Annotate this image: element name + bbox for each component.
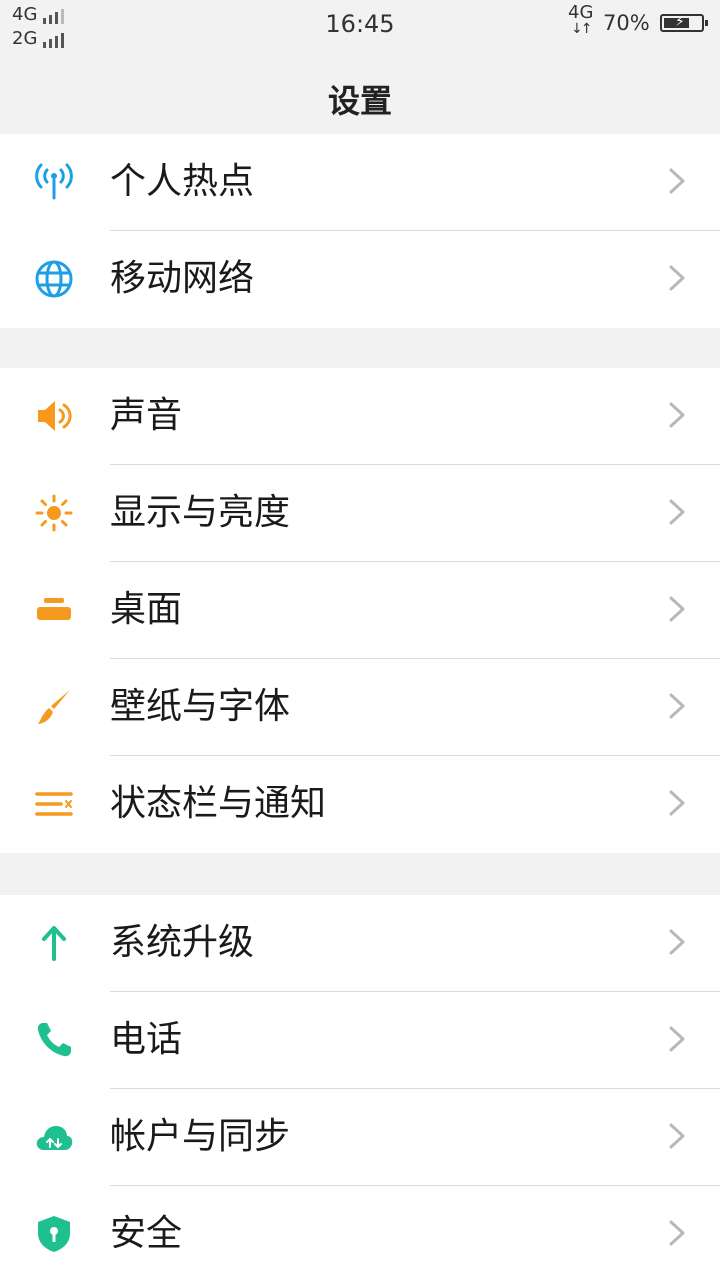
chevron-right-icon <box>669 499 685 525</box>
settings-item-label: 声音 <box>110 395 183 436</box>
settings-item-label: 个人热点 <box>110 161 255 202</box>
charging-bolt-icon: ⚡ <box>675 14 685 30</box>
battery-icon: ⚡ <box>660 14 708 32</box>
speaker-icon <box>32 396 76 436</box>
chevron-right-icon <box>669 693 685 719</box>
settings-item-label: 显示与亮度 <box>110 492 291 533</box>
settings-item-display-brightness[interactable]: 显示与亮度 <box>0 465 720 562</box>
settings-item-label: 桌面 <box>110 589 183 630</box>
settings-item-label: 帐户与同步 <box>110 1116 291 1157</box>
data-network-indicator: 4G ↓↑ <box>568 2 594 37</box>
phone-icon <box>32 1020 76 1060</box>
chevron-right-icon <box>669 265 685 291</box>
shield-icon <box>32 1214 76 1254</box>
settings-item-label: 电话 <box>110 1019 183 1060</box>
settings-item-label: 系统升级 <box>110 922 255 963</box>
settings-item-label: 移动网络 <box>110 258 255 299</box>
chevron-right-icon <box>669 929 685 955</box>
status-bar: 4G 2G 16:45 4G ↓↑ 70% ⚡ <box>0 0 720 48</box>
chevron-right-icon <box>669 790 685 816</box>
settings-item-phone[interactable]: 电话 <box>0 992 720 1089</box>
settings-item-wallpaper-font[interactable]: 壁纸与字体 <box>0 659 720 756</box>
hotspot-icon <box>32 162 76 202</box>
settings-item-statusbar-notifications[interactable]: 状态栏与通知 <box>0 756 720 853</box>
data-network-type: 4G <box>568 2 594 23</box>
sun-icon <box>32 493 76 533</box>
settings-item-label: 状态栏与通知 <box>110 783 327 824</box>
cloud-sync-icon <box>32 1117 76 1157</box>
chevron-right-icon <box>669 168 685 194</box>
settings-group-network: 个人热点 移动网络 <box>0 134 720 328</box>
brush-icon <box>32 687 76 727</box>
settings-item-label: 壁纸与字体 <box>110 686 291 727</box>
settings-item-mobile-network[interactable]: 移动网络 <box>0 231 720 328</box>
settings-item-hotspot[interactable]: 个人热点 <box>0 134 720 231</box>
desktop-icon <box>32 590 76 630</box>
chevron-right-icon <box>669 596 685 622</box>
page-title: 设置 <box>327 82 392 120</box>
statusbar-icon <box>32 784 76 824</box>
chevron-right-icon <box>669 1026 685 1052</box>
settings-item-sound[interactable]: 声音 <box>0 368 720 465</box>
title-bar: 设置 <box>0 48 720 144</box>
settings-item-desktop[interactable]: 桌面 <box>0 562 720 659</box>
settings-group-system: 系统升级 电话 帐户与同步 安全 <box>0 895 720 1283</box>
data-arrows-icon: ↓↑ <box>570 21 593 37</box>
battery-percent: 70% <box>603 11 650 35</box>
settings-group-personalization: 声音 显示与亮度 桌面 壁纸与字体 状态栏与通知 <box>0 368 720 853</box>
chevron-right-icon <box>669 1123 685 1149</box>
settings-item-system-update[interactable]: 系统升级 <box>0 895 720 992</box>
settings-item-accounts-sync[interactable]: 帐户与同步 <box>0 1089 720 1186</box>
chevron-right-icon <box>669 402 685 428</box>
arrow-up-icon <box>32 923 76 963</box>
settings-item-label: 安全 <box>110 1213 183 1254</box>
globe-icon <box>32 259 76 299</box>
settings-item-security[interactable]: 安全 <box>0 1186 720 1283</box>
battery-nub <box>705 20 708 26</box>
chevron-right-icon <box>669 1220 685 1246</box>
